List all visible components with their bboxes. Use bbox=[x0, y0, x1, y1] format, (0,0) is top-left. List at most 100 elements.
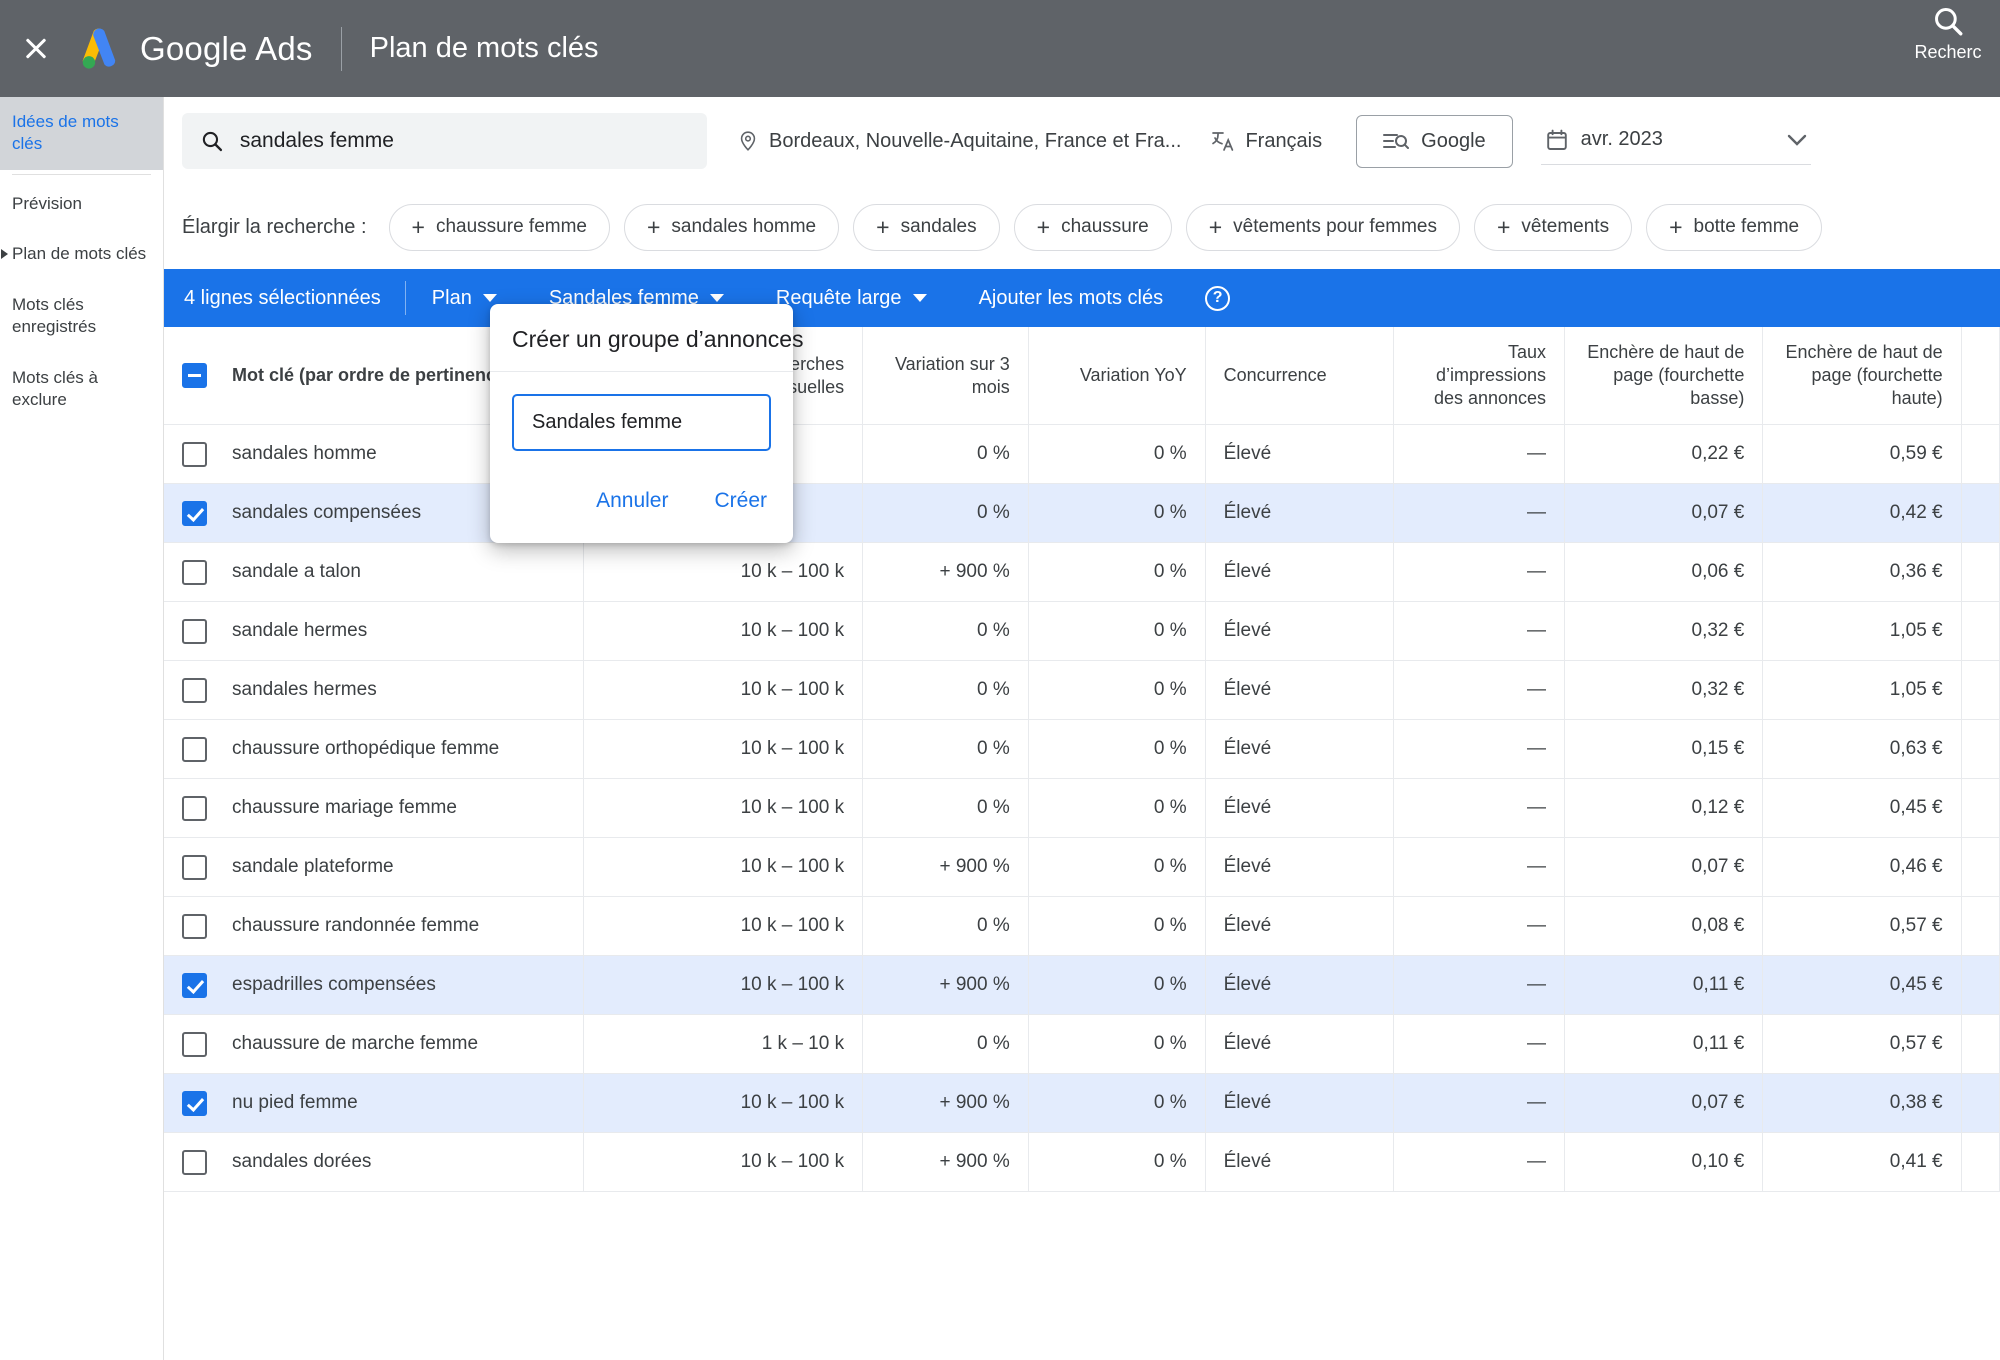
keyword-label: sandale plateforme bbox=[232, 856, 394, 878]
sidebar-item-label: Idées de mots clés bbox=[12, 112, 119, 154]
cell-spacer bbox=[1961, 778, 2000, 839]
select-all-checkbox[interactable] bbox=[182, 363, 207, 389]
sidebar-item-plan-de-mots-cles[interactable]: Plan de mots clés bbox=[0, 229, 163, 279]
table-row[interactable]: espadrilles compensées 10 k – 100 k + 900 … bbox=[164, 955, 2000, 1016]
expand-chip-label: sandales bbox=[900, 216, 977, 237]
sidebar-item-mots-cles-enregistres[interactable]: Mots clés enregistrés bbox=[0, 280, 163, 353]
location-filter[interactable]: Bordeaux, Nouvelle-Aquitaine, France et … bbox=[737, 130, 1181, 153]
table-row[interactable]: chaussure randonnée femme 10 k – 100 k0 %… bbox=[164, 896, 2000, 957]
cell-bid-high: 1,05 € bbox=[1762, 601, 1962, 662]
table-row[interactable]: chaussure orthopédique femme 10 k – 100 k… bbox=[164, 719, 2000, 780]
search-input[interactable] bbox=[239, 129, 689, 153]
keyword-search-box[interactable] bbox=[182, 113, 707, 169]
expand-search-row: Élargir la recherche : + chaussure femme… bbox=[164, 185, 2000, 269]
row-checkbox[interactable] bbox=[182, 972, 207, 998]
date-range-picker[interactable]: avr. 2023 bbox=[1540, 118, 1811, 165]
table-row[interactable]: sandales compensées 0 % 0 % Élevé —0,07 €0,4… bbox=[164, 483, 2000, 544]
table-row[interactable]: sandales hermes 10 k – 100 k0 % 0 % Élevé —0… bbox=[164, 660, 2000, 721]
table-row[interactable]: sandales homme 0 % 0 % Élevé —0,22 €0,59 € bbox=[164, 424, 2000, 485]
close-icon[interactable] bbox=[18, 31, 54, 67]
add-keywords-button[interactable]: Ajouter les mots clés bbox=[953, 287, 1190, 310]
row-checkbox[interactable] bbox=[182, 913, 207, 939]
table-row[interactable]: chaussure mariage femme 10 k – 100 k0 % 0 … bbox=[164, 778, 2000, 839]
table-row[interactable]: chaussure de marche femme 1 k – 10 k0 % 0 … bbox=[164, 1014, 2000, 1075]
sidebar-item-label: Mots clés enregistrés bbox=[12, 294, 97, 337]
ad-group-name-input[interactable] bbox=[512, 394, 771, 451]
main-content: Bordeaux, Nouvelle-Aquitaine, France et … bbox=[164, 97, 2000, 1360]
table-body: sandales homme 0 % 0 % Élevé —0,22 €0,59 € sa… bbox=[164, 424, 2000, 1193]
row-checkbox[interactable] bbox=[182, 441, 207, 467]
cell-bid-low: 0,11 € bbox=[1564, 955, 1764, 1016]
expand-chip-sandales-homme[interactable]: + sandales homme bbox=[623, 203, 840, 251]
table-row[interactable]: nu pied femme 10 k – 100 k + 900 % 0 % Élevé… bbox=[164, 1073, 2000, 1134]
cell-impression-share: — bbox=[1393, 424, 1566, 485]
expand-chip-sandales[interactable]: + sandales bbox=[853, 203, 1000, 251]
language-filter[interactable]: Français bbox=[1211, 129, 1322, 153]
keyword-label: sandales compensées bbox=[232, 502, 422, 524]
row-checkbox[interactable] bbox=[182, 618, 207, 644]
header-divider bbox=[340, 26, 342, 71]
keyword-label: espadrilles compensées bbox=[232, 974, 436, 996]
row-checkbox[interactable] bbox=[182, 1090, 207, 1116]
column-header-bid-low[interactable]: Enchère de haut de page (fourchette bass… bbox=[1564, 327, 1764, 426]
table-row[interactable]: sandale hermes 10 k – 100 k0 % 0 % Élevé —0,… bbox=[164, 601, 2000, 662]
cell-competition: Élevé bbox=[1205, 483, 1394, 544]
calendar-icon bbox=[1546, 129, 1567, 150]
expand-chip-botte-femme[interactable]: + botte femme bbox=[1646, 203, 1823, 251]
row-checkbox[interactable] bbox=[182, 795, 207, 821]
cell-keyword: chaussure de marche femme bbox=[164, 1014, 584, 1075]
dialog-body bbox=[490, 372, 793, 459]
column-header-change-3m[interactable]: Variation sur 3 mois bbox=[862, 327, 1029, 426]
cell-volume: 10 k – 100 k bbox=[583, 896, 864, 957]
cell-spacer bbox=[1961, 1073, 2000, 1134]
row-checkbox[interactable] bbox=[182, 854, 207, 880]
cell-change-3m: 0 % bbox=[862, 424, 1029, 485]
row-checkbox[interactable] bbox=[182, 677, 207, 703]
row-checkbox[interactable] bbox=[182, 736, 207, 762]
create-button[interactable]: Créer bbox=[698, 481, 783, 521]
cell-bid-low: 0,08 € bbox=[1564, 896, 1764, 957]
expand-chip-chaussure-femme[interactable]: + chaussure femme bbox=[388, 203, 610, 251]
table-row[interactable]: sandales dorées 10 k – 100 k + 900 % 0 % Éle… bbox=[164, 1132, 2000, 1193]
table-row[interactable]: sandale a talon 10 k – 100 k + 900 % 0 % Éle… bbox=[164, 542, 2000, 603]
row-checkbox[interactable] bbox=[182, 1031, 207, 1057]
keyword-label: chaussure randonnée femme bbox=[232, 915, 480, 937]
row-checkbox[interactable] bbox=[182, 1149, 207, 1175]
create-ad-group-dialog: Créer un groupe d’annonces Annuler Créer bbox=[490, 304, 804, 543]
cell-impression-share: — bbox=[1393, 719, 1566, 780]
cell-change-3m: 0 % bbox=[862, 719, 1029, 780]
cell-bid-low: 0,32 € bbox=[1564, 601, 1764, 662]
expand-chip-label: sandales homme bbox=[671, 216, 817, 237]
column-header-keyword-label: Mot clé (par ordre de pertinence) bbox=[232, 365, 513, 386]
help-icon[interactable]: ? bbox=[1205, 285, 1231, 311]
row-checkbox[interactable] bbox=[182, 500, 207, 526]
column-header-bid-high[interactable]: Enchère de haut de page (fourchette haut… bbox=[1762, 327, 1962, 426]
cell-impression-share: — bbox=[1393, 955, 1566, 1016]
column-header-impression-share[interactable]: Taux d’impressions des annonces bbox=[1393, 327, 1566, 426]
cell-competition: Élevé bbox=[1205, 778, 1394, 839]
network-filter[interactable]: Google bbox=[1356, 114, 1513, 168]
sidebar-item-prevision[interactable]: Prévision bbox=[0, 179, 163, 229]
column-header-yoy[interactable]: Variation YoY bbox=[1028, 327, 1206, 426]
plus-icon: + bbox=[411, 213, 425, 240]
cell-bid-high: 0,42 € bbox=[1762, 483, 1962, 544]
row-checkbox[interactable] bbox=[182, 559, 207, 585]
sidebar-item-idees-de-mots-cles[interactable]: Idées de mots clés bbox=[0, 97, 163, 170]
sidebar-item-mots-cles-a-exclure[interactable]: Mots clés à exclure bbox=[0, 353, 163, 426]
expand-chip-label: vêtements pour femmes bbox=[1233, 216, 1437, 237]
search-button[interactable]: Recherc bbox=[1888, 4, 2000, 63]
expand-search-label: Élargir la recherche : bbox=[182, 215, 367, 238]
cell-competition: Élevé bbox=[1205, 837, 1394, 898]
cancel-button[interactable]: Annuler bbox=[580, 481, 684, 521]
cell-spacer bbox=[1961, 601, 2000, 662]
selection-action-bar: 4 lignes sélectionnées Plan Sandales fem… bbox=[164, 269, 2000, 327]
cell-bid-high: 0,57 € bbox=[1762, 896, 1962, 957]
cell-bid-high: 1,05 € bbox=[1762, 660, 1962, 721]
expand-chip-vetements[interactable]: + vêtements bbox=[1473, 203, 1633, 251]
expand-chip-vetements-pour-femmes[interactable]: + vêtements pour femmes bbox=[1185, 203, 1460, 251]
column-header-competition[interactable]: Concurrence bbox=[1205, 327, 1394, 426]
cell-competition: Élevé bbox=[1205, 601, 1394, 662]
expand-chip-chaussure[interactable]: + chaussure bbox=[1013, 203, 1172, 251]
cell-volume: 1 k – 10 k bbox=[583, 1014, 864, 1075]
table-row[interactable]: sandale plateforme 10 k – 100 k + 900 % 0 %… bbox=[164, 837, 2000, 898]
